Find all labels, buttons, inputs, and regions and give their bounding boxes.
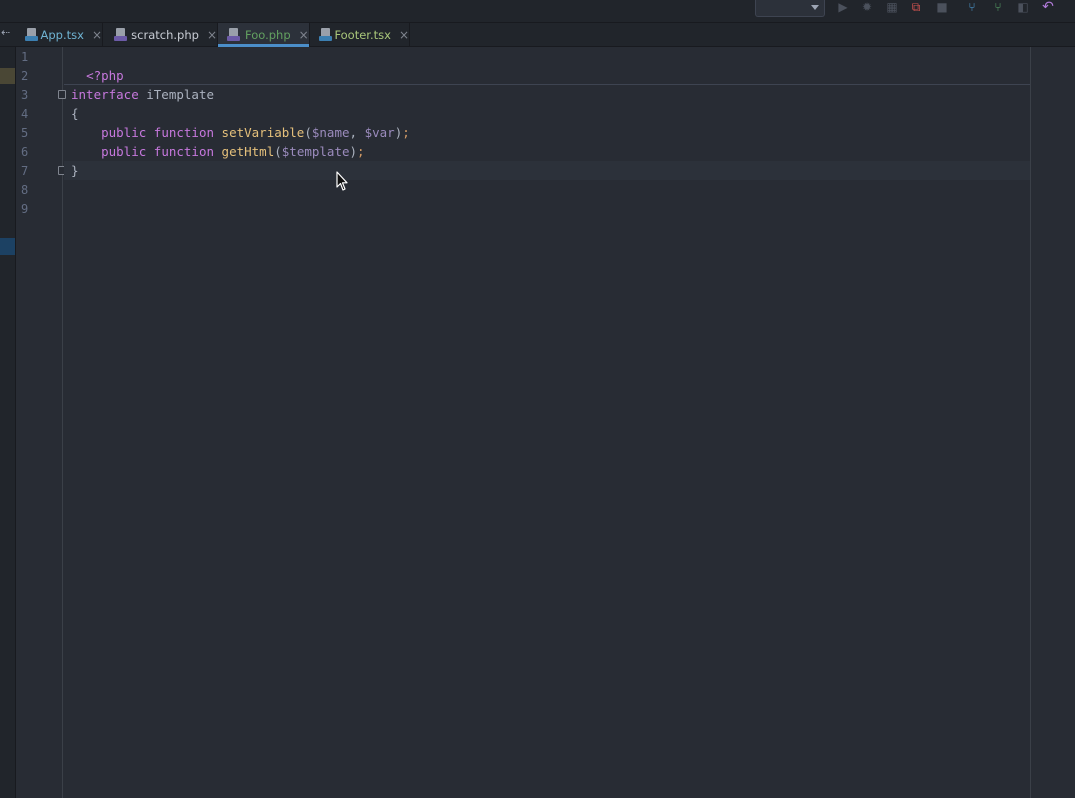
brace: } xyxy=(71,163,79,178)
editor-scrollbar[interactable] xyxy=(1031,47,1075,798)
tab-scratch-php[interactable]: scratch.php × xyxy=(103,23,218,46)
keyword: public xyxy=(101,125,147,140)
code-line-7: } xyxy=(71,161,79,180)
keyword: interface xyxy=(71,87,139,102)
change-marker xyxy=(0,68,15,84)
interface-name: iTemplate xyxy=(138,87,214,102)
close-icon[interactable]: × xyxy=(399,28,409,42)
code-line-1: <?php xyxy=(71,47,124,83)
scroll-tabs-left-icon[interactable]: ⇠ xyxy=(1,26,10,39)
editor-tabs: ⇠ App.tsx × scratch.php × Foo.php × Foot… xyxy=(0,23,1075,47)
semicolon: ; xyxy=(402,125,410,140)
paren: ( xyxy=(304,125,312,140)
current-line-highlight xyxy=(64,161,1030,180)
stop-icon[interactable]: ■ xyxy=(935,0,949,14)
php-open-tag: <?php xyxy=(86,68,124,83)
run-icon[interactable]: ▶ xyxy=(836,0,850,14)
parameter: $var xyxy=(364,125,395,140)
main-toolbar: ▶ ✹ ▦ ⧉ ■ ⑂ ⑂ ◧ ↶ xyxy=(0,0,1075,23)
tab-label: Footer.tsx xyxy=(334,27,391,42)
line-number: 3 xyxy=(21,88,29,102)
profile-icon[interactable]: ⧉ xyxy=(909,0,923,14)
keyword: public xyxy=(101,144,147,159)
tab-footer-tsx[interactable]: Footer.tsx × xyxy=(310,23,410,46)
tab-label: App.tsx xyxy=(40,27,84,42)
code-line-4: { xyxy=(71,104,79,123)
chevron-down-icon xyxy=(811,5,819,10)
close-icon[interactable]: × xyxy=(92,28,102,42)
line-number-gutter[interactable]: 1 2 3 4 5 6 7 8 9 xyxy=(15,47,63,798)
tab-label: scratch.php xyxy=(131,27,199,42)
code-line-6: public function getHtml($template); xyxy=(71,142,365,161)
paren: ) xyxy=(349,144,358,159)
line-number: 1 xyxy=(21,50,29,64)
mouse-pointer-icon xyxy=(336,171,348,191)
close-icon[interactable]: × xyxy=(207,28,217,42)
keyword: function xyxy=(153,144,215,159)
tab-label: Foo.php xyxy=(245,27,291,42)
line-number: 8 xyxy=(21,183,29,197)
semicolon: ; xyxy=(357,144,365,159)
line-number: 4 xyxy=(21,107,29,121)
code-line-5: public function setVariable($name, $var)… xyxy=(71,123,410,142)
line-number: 5 xyxy=(21,126,29,140)
keyword: function xyxy=(153,125,215,140)
line-number: 6 xyxy=(21,145,29,159)
vcs-compare-icon[interactable]: ◧ xyxy=(1016,0,1030,14)
line-number: 2 xyxy=(21,69,29,83)
selection-marker xyxy=(0,238,15,255)
debug-icon[interactable]: ✹ xyxy=(860,0,874,14)
tab-foo-php[interactable]: Foo.php × xyxy=(218,23,310,47)
php-scratch-file-icon xyxy=(114,28,127,41)
parameter: $template xyxy=(281,144,350,159)
method-name: getHtml xyxy=(221,144,275,159)
line-number: 7 xyxy=(21,164,29,178)
php-file-icon xyxy=(227,28,241,41)
tab-app-tsx[interactable]: App.tsx × xyxy=(17,23,103,46)
line-number: 9 xyxy=(21,202,29,216)
tsx-file-icon xyxy=(25,28,38,41)
brace: { xyxy=(71,106,79,121)
run-configuration-select[interactable] xyxy=(755,0,825,17)
code-line-3: interface iTemplate xyxy=(71,85,214,104)
tsx-file-icon xyxy=(319,28,332,41)
parameter: $name xyxy=(311,125,350,140)
vcs-commit-icon[interactable]: ⑂ xyxy=(991,0,1005,14)
vcs-update-icon[interactable]: ⑂ xyxy=(965,0,979,14)
coverage-icon[interactable]: ▦ xyxy=(885,0,899,14)
undo-icon[interactable]: ↶ xyxy=(1041,0,1055,14)
left-tool-strip xyxy=(0,47,16,798)
comma: , xyxy=(349,125,365,140)
paren: ( xyxy=(274,144,282,159)
close-icon[interactable]: × xyxy=(299,28,309,42)
method-name: setVariable xyxy=(221,125,305,140)
